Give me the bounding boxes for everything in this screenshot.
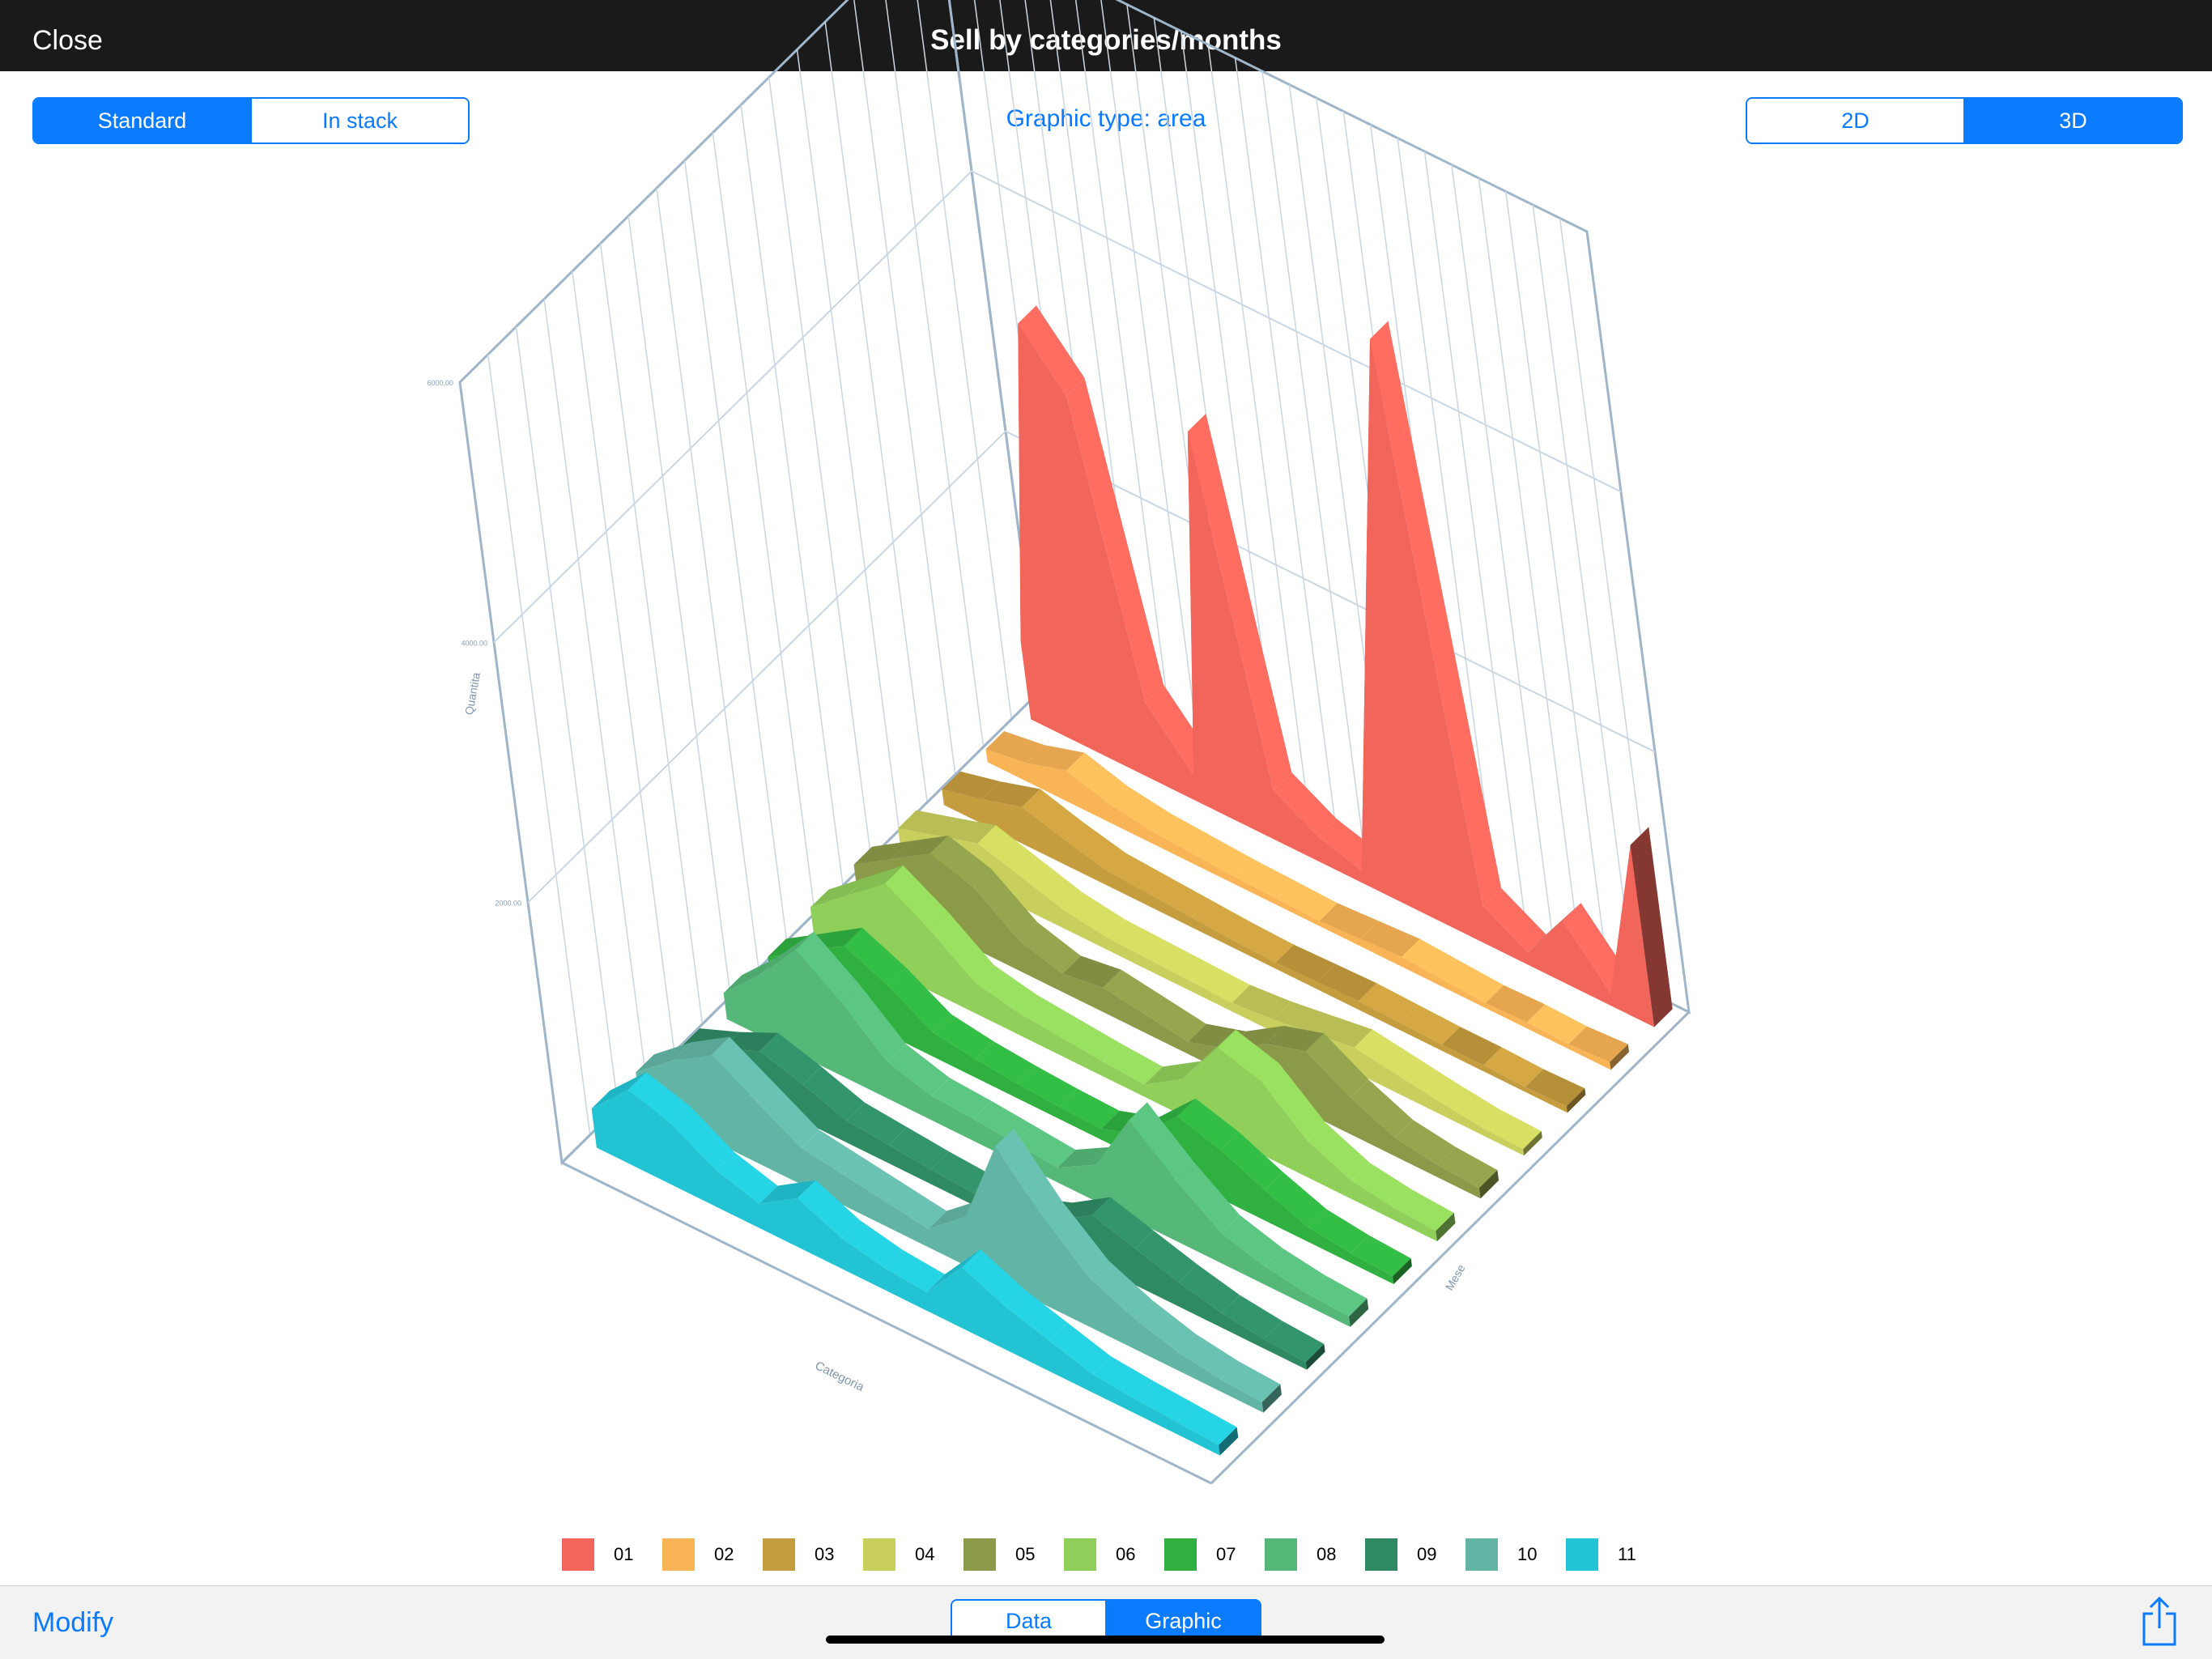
legend-label: 04 [915,1544,935,1564]
share-icon[interactable] [2139,1596,2180,1648]
x-axis-label: Categoria [813,1359,867,1394]
grid-line [543,299,647,1080]
grid-line [824,21,928,803]
legend-item: 10 [1465,1538,1550,1571]
grid-line [796,49,900,831]
legend-swatch [562,1538,594,1571]
chart-legend: 01 02 03 04 05 06 07 08 09 10 11 [0,1537,2212,1572]
legend-label: 09 [1417,1544,1437,1564]
grid-line [1505,191,1609,972]
legend-swatch [1164,1538,1197,1571]
legend-item: 11 [1566,1538,1650,1571]
grid-line [1478,177,1582,959]
z-axis-label: Mese [1443,1262,1468,1293]
grid-line [683,160,788,942]
area-chart-3d[interactable]: 2000.00 4000.00 6000.00 Quantita Categoria Me… [0,0,2212,1530]
grid-line [768,77,872,858]
legend-label: 07 [1216,1544,1236,1564]
legend-label: 06 [1116,1544,1136,1564]
legend-swatch [763,1538,795,1571]
legend-swatch [1365,1538,1397,1571]
legend-item: 06 [1064,1538,1148,1571]
grid-line [627,215,731,997]
y-tick-label: 6000.00 [427,379,453,387]
legend-item: 03 [763,1538,847,1571]
legend-label: 03 [815,1544,835,1564]
legend-item: 04 [863,1538,947,1571]
y-axis-label: Quantita [462,671,483,716]
legend-swatch [863,1538,895,1571]
grid-line [1532,204,1636,986]
modify-button[interactable]: Modify [32,1586,113,1659]
chart-series-group [591,305,1673,1456]
legend-swatch [1265,1538,1297,1571]
legend-label: 10 [1517,1544,1538,1564]
legend-label: 02 [714,1544,734,1564]
grid-line [487,354,591,1135]
legend-swatch [963,1538,996,1571]
grid-line [712,132,816,913]
legend-swatch [1064,1538,1096,1571]
legend-swatch [662,1538,695,1571]
grid-line [599,243,704,1024]
legend-item: 07 [1164,1538,1249,1571]
grid-line [740,104,844,886]
grid-line [572,270,675,1053]
legend-label: 01 [614,1544,634,1564]
grid-line [656,188,759,969]
bottom-bar: Modify Data Graphic [0,1585,2212,1659]
y-tick-label: 4000.00 [461,639,487,647]
home-indicator [826,1636,1385,1644]
legend-label: 05 [1015,1544,1036,1564]
legend-label: 08 [1317,1544,1337,1564]
legend-item: 01 [562,1538,646,1571]
legend-swatch [1465,1538,1498,1571]
legend-item: 02 [662,1538,747,1571]
y-tick-label: 2000.00 [495,900,521,908]
legend-item: 09 [1365,1538,1449,1571]
grid-line [515,326,619,1108]
legend-swatch [1566,1538,1598,1571]
grid-line [853,0,956,775]
legend-label: 11 [1618,1544,1636,1564]
legend-item: 08 [1265,1538,1349,1571]
legend-item: 05 [963,1538,1048,1571]
